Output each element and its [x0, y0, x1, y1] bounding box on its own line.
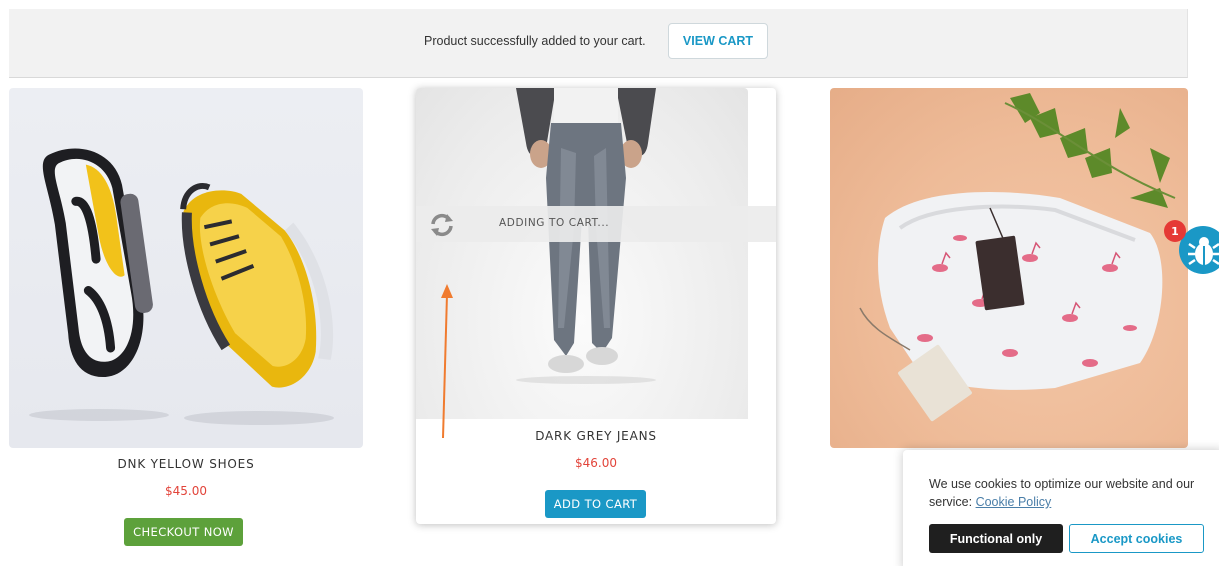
product-image-yellow-shoes[interactable] — [9, 88, 363, 448]
cookie-message: We use cookies to optimize our website a… — [929, 477, 1195, 509]
cart-notice-message: Product successfully added to your cart. — [424, 34, 646, 48]
functional-only-button[interactable]: Functional only — [929, 524, 1063, 553]
add-to-cart-button[interactable]: ADD TO CART — [545, 490, 646, 518]
cookie-banner-text: We use cookies to optimize our website a… — [929, 475, 1199, 511]
product-price-grey-jeans: $46.00 — [575, 456, 617, 470]
arrow-up-icon — [436, 282, 456, 440]
cookie-policy-link[interactable]: Cookie Policy — [976, 495, 1052, 509]
product-title-grey-jeans[interactable]: DARK GREY JEANS — [416, 429, 776, 443]
adding-to-cart-status: ADDING TO CART... — [499, 217, 610, 229]
product-price-yellow-shoes: $45.00 — [165, 484, 207, 498]
notification-badge: 1 — [1164, 220, 1186, 242]
accept-cookies-button[interactable]: Accept cookies — [1069, 524, 1204, 553]
bug-icon — [1187, 234, 1219, 268]
product-image-grey-jeans[interactable] — [416, 88, 748, 419]
product-image-flamingo-tshirt[interactable] — [830, 88, 1188, 448]
view-cart-button[interactable]: VIEW CART — [668, 23, 768, 59]
product-title-yellow-shoes[interactable]: DNK YELLOW SHOES — [9, 457, 363, 471]
loading-spinner-icon — [428, 212, 456, 238]
checkout-now-button[interactable]: CHECKOUT NOW — [124, 518, 243, 546]
